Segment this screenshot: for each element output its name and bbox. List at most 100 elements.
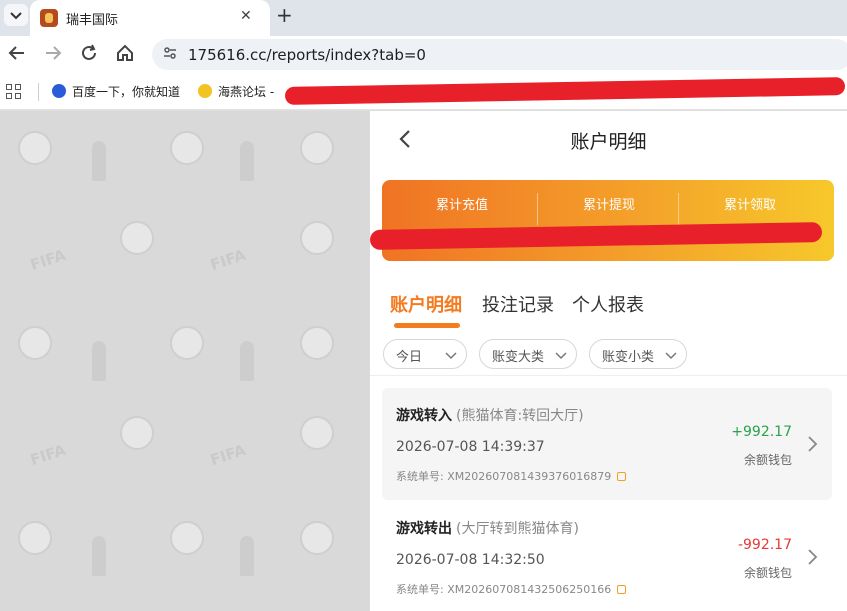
record-time: 2026-07-08 14:39:37 <box>396 439 545 455</box>
soccer-ball-icon <box>18 326 52 360</box>
home-icon[interactable] <box>114 42 136 69</box>
account-detail-panel: 账户明细 累计充值 累计提现 累计领取 账户明细 投注记录 个人报表 今日 账变… <box>369 111 847 611</box>
soccer-ball-icon <box>170 521 204 555</box>
filter-divider <box>370 375 847 376</box>
chevron-down-icon <box>10 12 22 20</box>
summary-divider <box>537 193 538 225</box>
filter-label: 账变小类 <box>602 350 655 365</box>
browser-toolbar: 175616.cc/reports/index?tab=0 <box>0 36 847 74</box>
tab-title: 瑞丰国际 <box>66 13 119 28</box>
soccer-ball-icon <box>300 326 334 360</box>
chevron-down-icon <box>444 347 458 361</box>
record-item[interactable]: 游戏转出 (大厅转到熊猫体育) 2026-07-08 14:32:50 系统单号:… <box>382 501 832 611</box>
trophy-icon <box>240 141 254 181</box>
filter-label: 账变大类 <box>492 350 545 365</box>
summary-card: 累计充值 累计提现 累计领取 <box>369 180 834 261</box>
filter-label: 今日 <box>396 350 423 365</box>
back-arrow-icon[interactable] <box>6 42 28 69</box>
record-tabs: 账户明细 投注记录 个人报表 <box>370 279 847 335</box>
browser-tabstrip: 瑞丰国际 ✕ + <box>0 0 847 36</box>
filter-subcategory-select[interactable]: 账变小类 <box>589 339 687 369</box>
record-amount: +992.17 <box>731 424 792 440</box>
new-tab-button[interactable]: + <box>276 3 293 27</box>
filter-bar: 今日 账变大类 账变小类 <box>370 335 847 375</box>
redaction-mark <box>284 77 846 105</box>
soccer-ball-icon <box>18 521 52 555</box>
soccer-ball-icon <box>300 221 334 255</box>
order-label: 系统单号: <box>396 583 444 596</box>
bookmarks-separator <box>38 83 39 101</box>
trophy-icon <box>92 141 106 181</box>
order-number: XM202607081439376016879 <box>447 470 612 483</box>
page-header: 账户明细 <box>370 111 847 167</box>
soccer-ball-icon <box>170 326 204 360</box>
trophy-icon <box>92 536 106 576</box>
summary-divider <box>678 193 679 225</box>
chevron-down-icon <box>554 347 568 361</box>
close-tab-icon[interactable]: ✕ <box>240 8 252 24</box>
tab-bet-records[interactable]: 投注记录 <box>482 291 554 317</box>
record-type: 游戏转出 <box>396 521 452 537</box>
bookmark-baidu[interactable]: 百度一下，你就知道 <box>52 83 180 100</box>
copy-icon[interactable] <box>617 585 627 594</box>
record-item[interactable]: 游戏转入 (熊猫体育:转回大厅) 2026-07-08 14:39:37 系统单号… <box>382 388 832 500</box>
record-detail: (熊猫体育:转回大厅) <box>456 408 584 424</box>
tab-personal-report[interactable]: 个人报表 <box>572 291 644 317</box>
record-time: 2026-07-08 14:32:50 <box>396 552 545 568</box>
redaction-mark <box>369 222 823 250</box>
soccer-ball-icon <box>300 131 334 165</box>
copy-icon[interactable] <box>617 472 627 481</box>
order-label: 系统单号: <box>396 470 444 483</box>
trophy-icon <box>240 341 254 381</box>
active-tab-indicator <box>394 323 460 328</box>
site-info-icon[interactable] <box>162 45 178 65</box>
summary-label-claimed: 累计领取 <box>723 198 776 213</box>
summary-label-withdraw: 累计提现 <box>582 198 635 213</box>
baidu-paw-icon <box>52 84 66 98</box>
bookmark-haiyan[interactable]: 海燕论坛 - <box>198 83 274 100</box>
record-wallet: 余额钱包 <box>743 453 792 467</box>
summary-label-recharge: 累计充值 <box>435 198 488 213</box>
filter-category-select[interactable]: 账变大类 <box>479 339 577 369</box>
forward-arrow-icon[interactable] <box>42 42 64 69</box>
chevron-right-icon <box>806 547 820 567</box>
bookmark-label: 百度一下，你就知道 <box>72 85 181 99</box>
record-type: 游戏转入 <box>396 408 452 424</box>
record-order: 系统单号: XM202607081432506250166 <box>396 581 627 597</box>
fifa-watermark: FIFA <box>208 245 248 275</box>
page-title: 账户明细 <box>570 131 647 153</box>
filter-date-select[interactable]: 今日 <box>383 339 467 369</box>
tab-search-button[interactable] <box>4 4 28 26</box>
url-text[interactable]: 175616.cc/reports/index?tab=0 <box>188 46 426 64</box>
record-title: 游戏转入 (熊猫体育:转回大厅) <box>396 405 584 425</box>
fifa-watermark: FIFA <box>28 245 68 275</box>
address-bar[interactable]: 175616.cc/reports/index?tab=0 <box>152 39 847 70</box>
trophy-icon <box>92 341 106 381</box>
record-order: 系统单号: XM202607081439376016879 <box>396 468 627 484</box>
fifa-watermark: FIFA <box>28 440 68 470</box>
apps-grid-icon[interactable] <box>6 84 22 100</box>
site-favicon-icon <box>40 9 58 27</box>
record-detail: (大厅转到熊猫体育) <box>456 521 579 537</box>
record-title: 游戏转出 (大厅转到熊猫体育) <box>396 518 579 538</box>
record-wallet: 余额钱包 <box>743 566 792 580</box>
soccer-ball-icon <box>120 416 154 450</box>
chevron-down-icon <box>664 347 678 361</box>
trophy-icon <box>240 536 254 576</box>
record-amount: -992.17 <box>737 537 792 553</box>
soccer-ball-icon <box>170 131 204 165</box>
fifa-watermark: FIFA <box>208 440 248 470</box>
bookmark-label: 海燕论坛 - <box>218 85 275 99</box>
soccer-ball-icon <box>18 131 52 165</box>
chevron-right-icon <box>806 434 820 454</box>
order-number: XM202607081432506250166 <box>447 583 612 596</box>
soccer-ball-icon <box>300 521 334 555</box>
soccer-ball-icon <box>300 416 334 450</box>
background-pattern: FIFA FIFA FIFA FIFA <box>0 111 370 611</box>
browser-tab[interactable]: 瑞丰国际 ✕ <box>30 0 270 36</box>
soccer-ball-icon <box>120 221 154 255</box>
trophy-icon <box>198 84 212 98</box>
bookmarks-bar: 百度一下，你就知道 海燕论坛 - <box>0 74 847 110</box>
reload-icon[interactable] <box>78 42 100 69</box>
tab-account-detail[interactable]: 账户明细 <box>390 291 462 317</box>
